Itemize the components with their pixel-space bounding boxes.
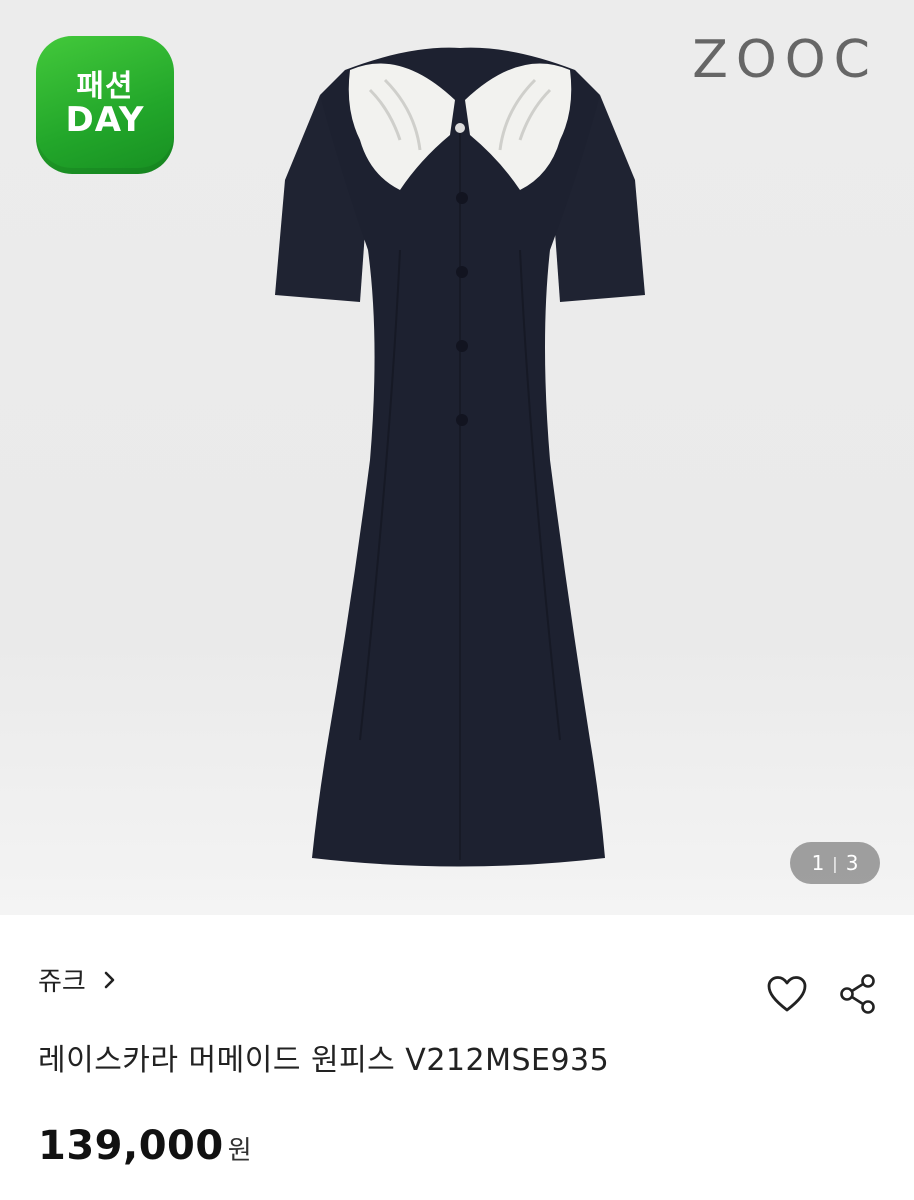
fashion-day-badge: 패션 DAY: [36, 36, 174, 174]
price-currency: 원: [227, 1136, 252, 1166]
brand-logo: ZOOC: [692, 30, 878, 90]
image-counter: 1 | 3: [790, 842, 880, 884]
image-counter-total: 3: [845, 851, 859, 875]
image-counter-current: 1: [811, 851, 825, 875]
badge-line2: DAY: [65, 99, 145, 140]
heart-icon[interactable]: [766, 975, 808, 1013]
chevron-right-icon: [104, 971, 115, 988]
badge-line1: 패션: [76, 69, 134, 105]
price-amount: 139,000: [38, 1123, 224, 1169]
product-photo-dress: [275, 47, 645, 867]
product-image-carousel[interactable]: 패션 DAY ZOOC 1 | 3: [0, 0, 914, 915]
product-price: 139,000 원: [38, 1123, 252, 1169]
product-actions: [766, 973, 878, 1015]
brand-name: 쥬크: [38, 967, 86, 997]
product-title: 레이스카라 머메이드 원피스 V212MSE935: [38, 1043, 610, 1078]
product-info: 쥬크 레이스카라 머메이드 원피스 V212MSE935 139,000 원: [0, 915, 914, 1200]
image-counter-separator: |: [832, 853, 838, 873]
brand-link[interactable]: 쥬크: [38, 961, 120, 998]
share-icon[interactable]: [838, 973, 878, 1015]
